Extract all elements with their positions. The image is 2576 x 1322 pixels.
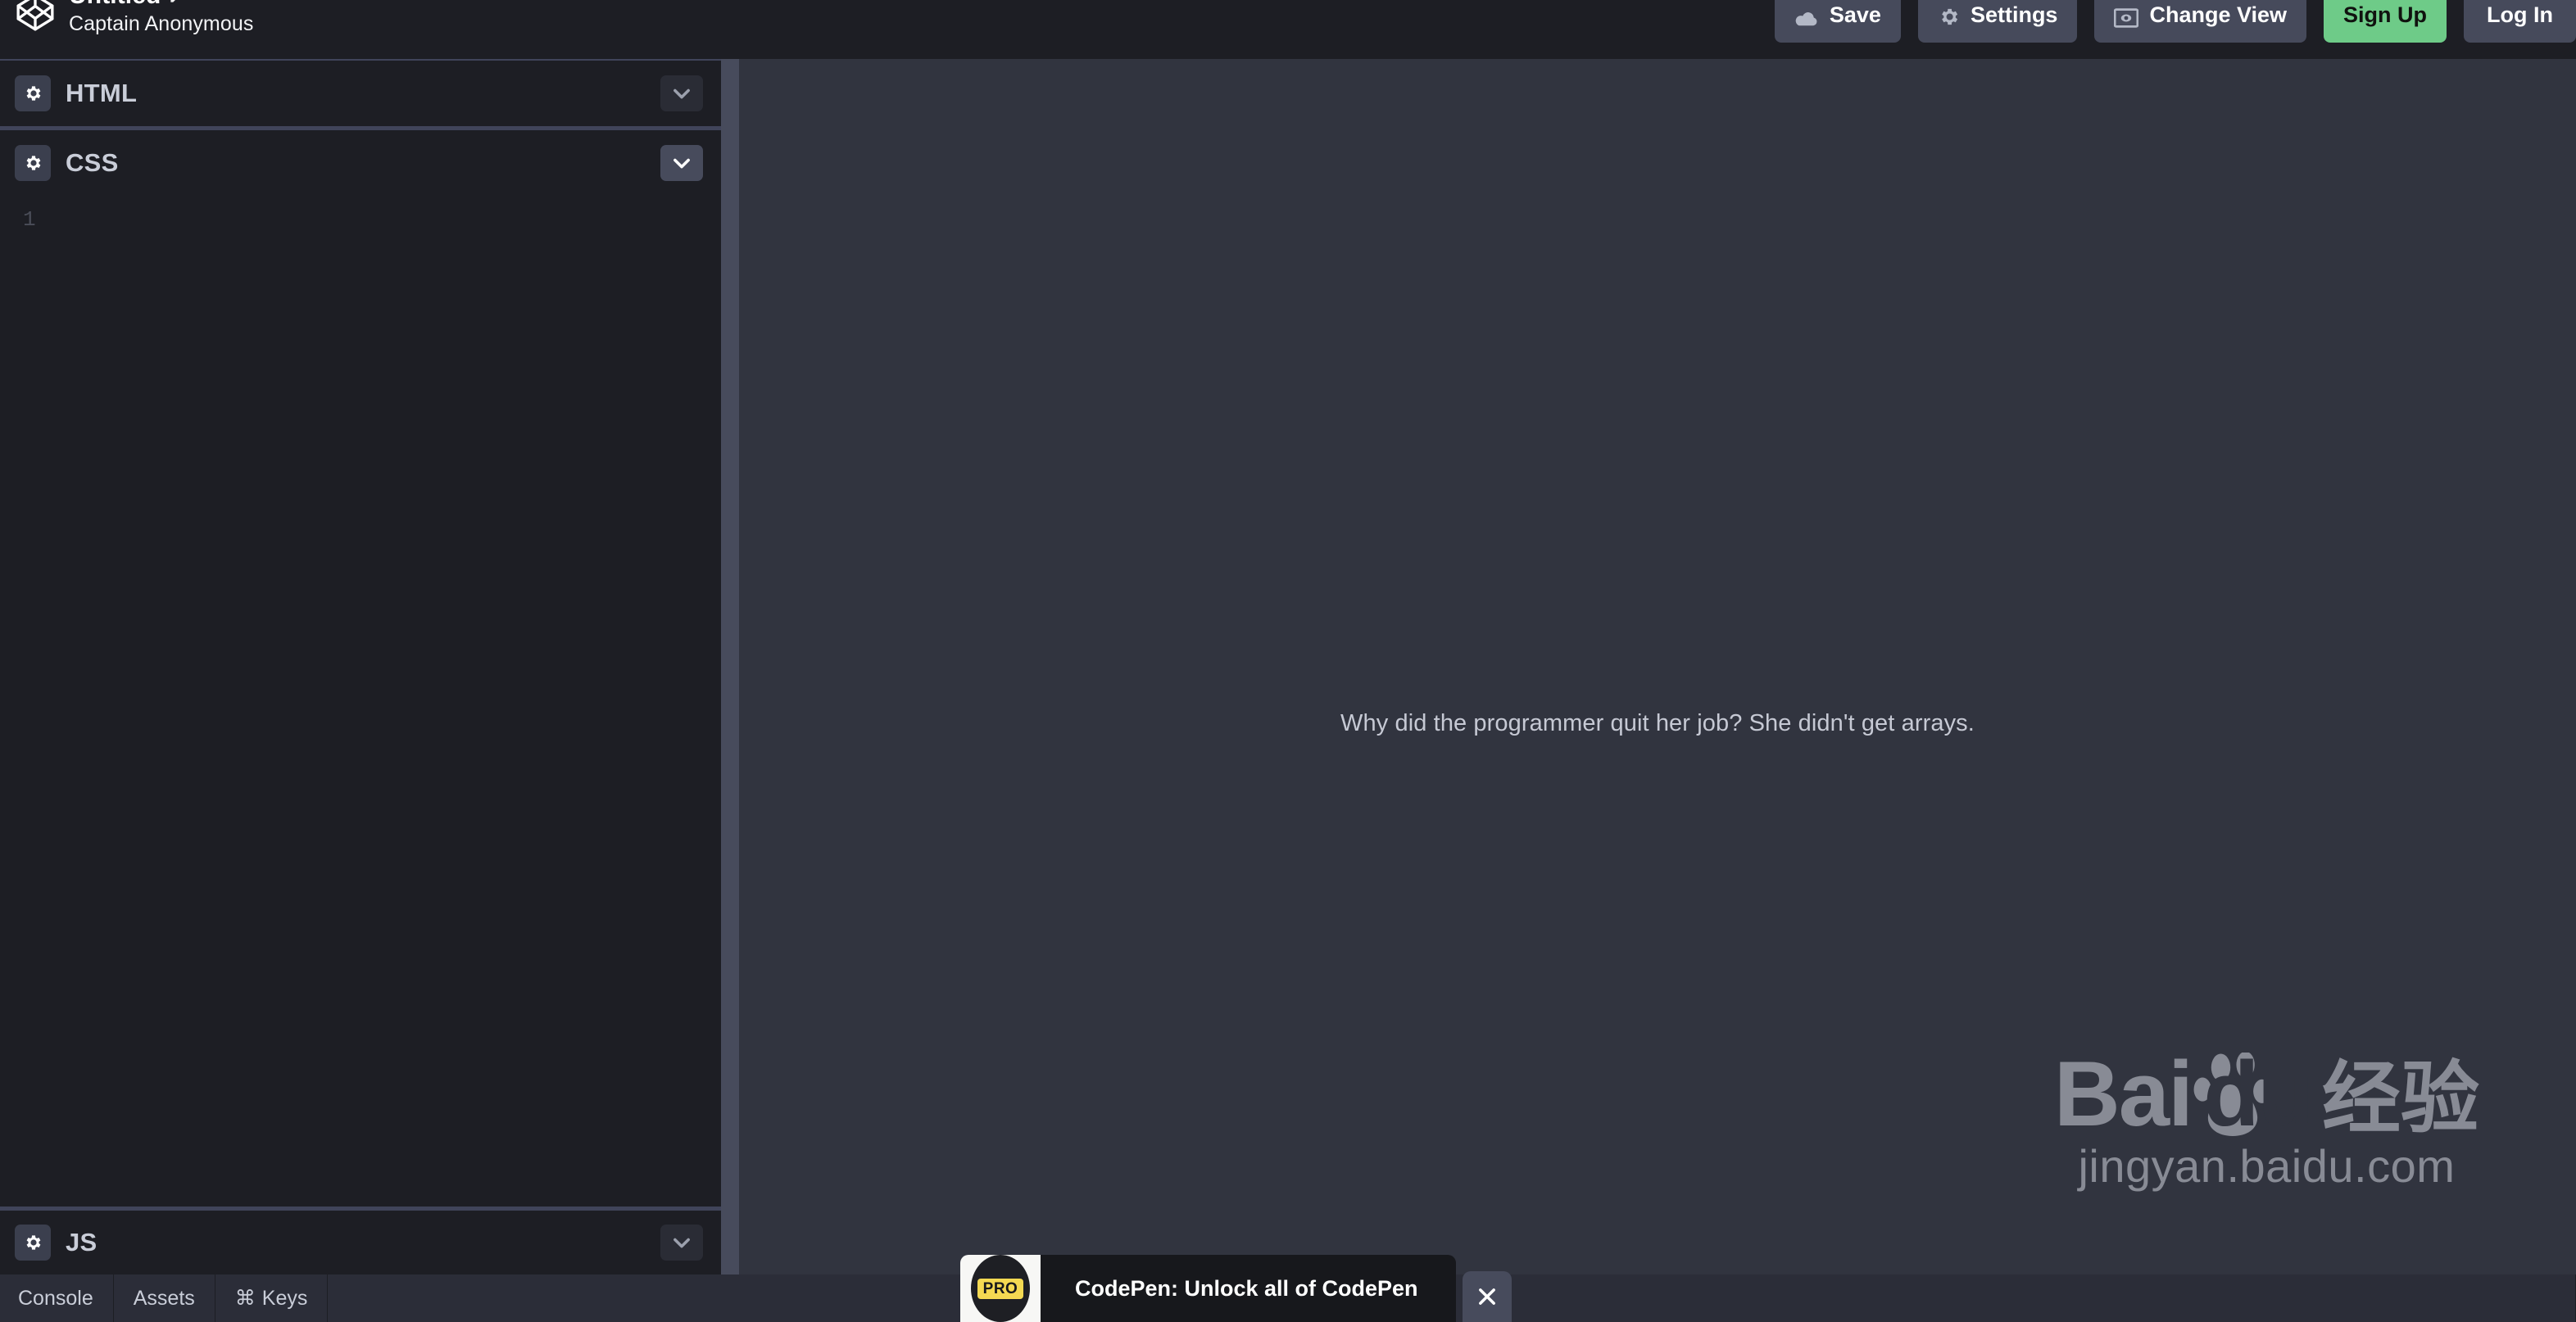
app-header: Untitled Captain Anonymous Save — [0, 0, 2576, 59]
watermark-bai-text: Bai — [2053, 1043, 2193, 1146]
sign-up-button[interactable]: Sign Up — [2324, 0, 2447, 43]
brand-area: Untitled Captain Anonymous — [15, 0, 253, 36]
css-pane: CSS 1 — [0, 130, 721, 1207]
html-pane: HTML — [0, 61, 721, 126]
page-title: Untitled — [69, 0, 161, 10]
watermark-du-text: du — [2203, 1043, 2314, 1146]
editor-column: HTML CSS 1 JS — [0, 59, 721, 1274]
footer-tab-keys-label: Keys — [261, 1286, 308, 1310]
js-collapse-chevron-down-icon[interactable] — [660, 1225, 703, 1261]
pen-title-row[interactable]: Untitled — [69, 0, 253, 10]
baidu-watermark: Bai du 经验 jingyan.baidu.com — [2053, 1043, 2479, 1193]
html-pane-header: HTML — [0, 61, 721, 126]
change-view-button[interactable]: Change View — [2094, 0, 2307, 43]
pro-badge-label: PRO — [977, 1278, 1024, 1299]
gear-icon — [1938, 6, 1960, 28]
pro-notification-close-icon[interactable] — [1462, 1271, 1512, 1322]
paw-icon — [2193, 1053, 2272, 1136]
log-in-button-label: Log In — [2487, 2, 2553, 27]
preview-content-text: Why did the programmer quit her job? She… — [1340, 710, 1975, 736]
watermark-chinese-text: 经验 — [2322, 1052, 2479, 1144]
header-actions: Save Settings Change View Sign Up Log In — [1774, 0, 2576, 43]
sign-up-button-label: Sign Up — [2343, 2, 2428, 27]
css-collapse-chevron-down-icon[interactable] — [660, 145, 703, 181]
css-code-editor[interactable]: 1 — [0, 196, 721, 1207]
watermark-logo-row: Bai du 经验 — [2053, 1043, 2479, 1146]
footer-tab-assets-label: Assets — [133, 1286, 195, 1310]
footer-tab-console[interactable]: Console — [0, 1274, 114, 1322]
codepen-editor-app: Untitled Captain Anonymous Save — [0, 0, 2576, 1322]
change-view-button-label: Change View — [2149, 2, 2288, 27]
html-collapse-chevron-down-icon[interactable] — [660, 75, 703, 111]
command-icon: ⌘ — [234, 1287, 256, 1310]
pencil-icon[interactable] — [169, 0, 184, 4]
pro-notification: PRO CodePen: Unlock all of CodePen — [960, 1255, 1512, 1322]
preview-pane[interactable]: Why did the programmer quit her job? She… — [739, 59, 2576, 1274]
css-line-number: 1 — [23, 207, 36, 232]
js-settings-button[interactable] — [15, 1225, 51, 1261]
save-button[interactable]: Save — [1774, 0, 1901, 43]
pro-badge-oval: PRO — [971, 1255, 1030, 1322]
footer-tab-console-label: Console — [18, 1286, 93, 1310]
html-pane-title: HTML — [66, 79, 138, 107]
css-pane-header: CSS — [0, 130, 721, 196]
log-in-button[interactable]: Log In — [2464, 0, 2576, 43]
css-pane-title: CSS — [66, 148, 119, 177]
pen-author[interactable]: Captain Anonymous — [69, 12, 253, 36]
pro-notification-icon: PRO — [960, 1255, 1041, 1322]
watermark-url: jingyan.baidu.com — [2078, 1140, 2456, 1192]
html-settings-button[interactable] — [15, 75, 51, 111]
js-pane-header: JS — [0, 1211, 721, 1274]
css-settings-button[interactable] — [15, 145, 51, 181]
footer-tab-keys[interactable]: ⌘ Keys — [215, 1274, 329, 1322]
editor-body: HTML CSS 1 JS Why did the programmer qui… — [0, 59, 2576, 1274]
js-pane-title: JS — [66, 1228, 98, 1256]
pro-notification-message-bar[interactable]: CodePen: Unlock all of CodePen — [1041, 1255, 1456, 1322]
pen-meta: Untitled Captain Anonymous — [69, 0, 253, 36]
settings-button-label: Settings — [1970, 2, 2058, 27]
settings-button[interactable]: Settings — [1917, 0, 2078, 43]
eye-in-frame-icon — [2114, 8, 2139, 28]
codepen-logo-icon[interactable] — [15, 0, 56, 33]
js-pane: JS — [0, 1211, 721, 1274]
save-button-label: Save — [1829, 2, 1881, 27]
footer-tab-assets[interactable]: Assets — [113, 1274, 215, 1322]
cloud-icon — [1794, 9, 1819, 28]
pane-resize-handle[interactable] — [721, 59, 739, 1274]
pro-notification-message: CodePen: Unlock all of CodePen — [1075, 1275, 1418, 1301]
